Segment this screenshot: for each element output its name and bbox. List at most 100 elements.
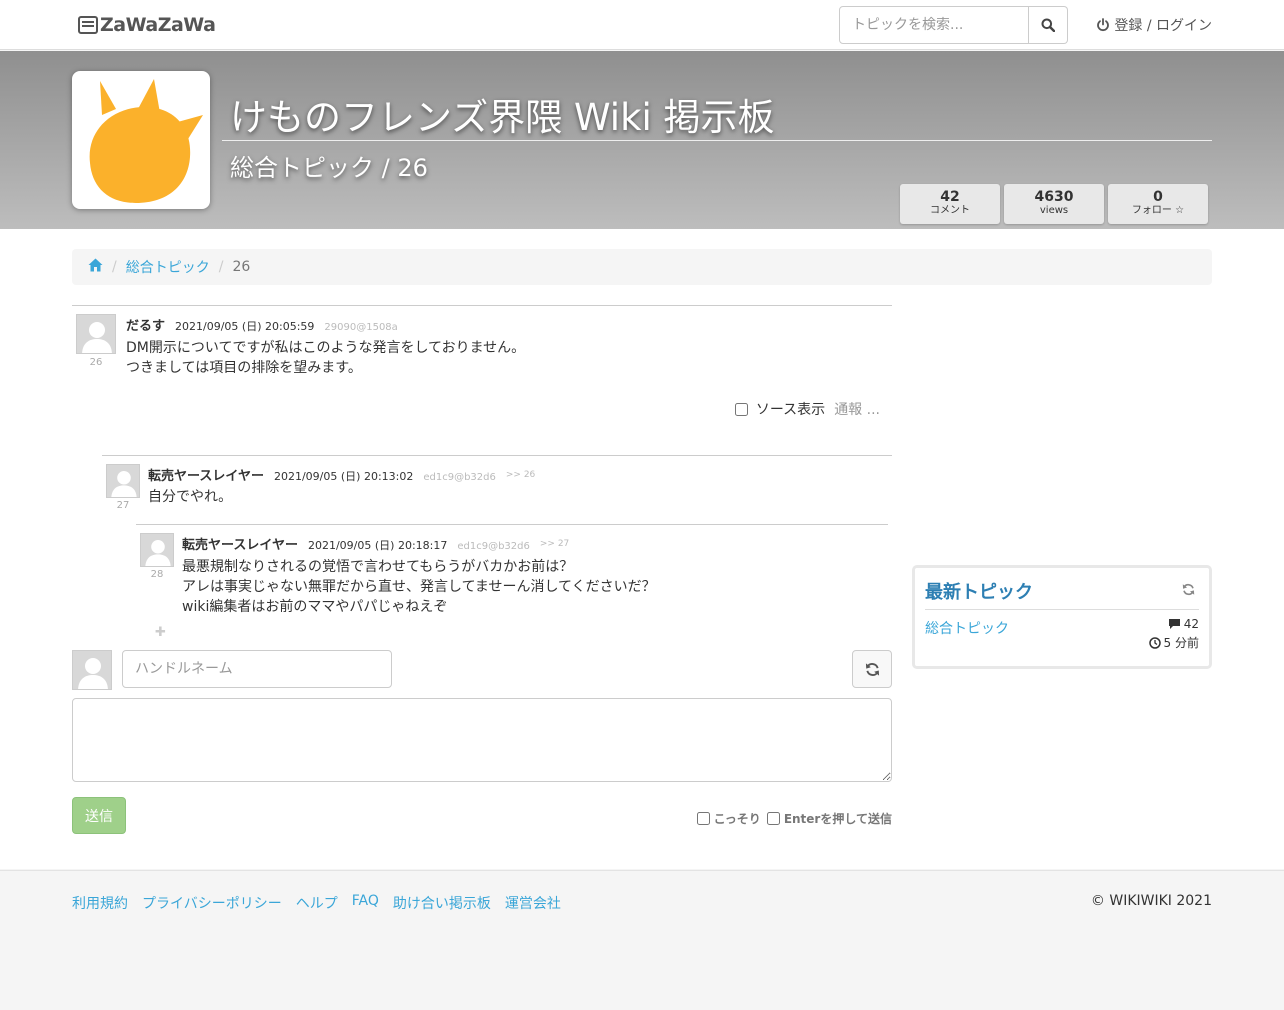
wiki-logo[interactable]: [72, 71, 210, 209]
refresh-icon: [1182, 583, 1195, 596]
avatar: [76, 314, 116, 354]
comment-count: 42: [940, 189, 960, 205]
comment-date[interactable]: 2021/09/05 (日) 20:18:17: [308, 537, 447, 553]
power-icon: [1097, 18, 1110, 32]
top-navbar: ZaWaZaWa 登録 / ログイン: [0, 0, 1284, 50]
latest-topic-time-label: 5 分前: [1163, 636, 1199, 650]
brand-name: ZaWaZaWa: [100, 14, 216, 36]
clock-icon: [1148, 636, 1161, 649]
default-user-icon: [145, 539, 171, 566]
breadcrumb-separator: /: [218, 259, 224, 275]
comment-line: DM開示についてですが私はこのような発言をしておりません。: [126, 340, 526, 356]
latest-topic-count: 42: [1183, 617, 1199, 631]
enter-send-checkbox[interactable]: [766, 812, 780, 825]
sneaky-option[interactable]: こっそり: [696, 810, 761, 827]
comment-header: 転売ヤースレイヤー 2021/09/05 (日) 20:13:02 ed1c9@…: [148, 465, 535, 484]
comment-id: ed1c9@b32d6: [457, 541, 530, 552]
home-link[interactable]: [88, 258, 103, 276]
breadcrumb-current: 26: [232, 259, 251, 275]
form-options: こっそり Enterを押して送信: [691, 810, 892, 827]
comment-author: 転売ヤースレイヤー: [182, 538, 298, 553]
footer-link-terms[interactable]: 利用規約: [72, 893, 128, 913]
sneaky-checkbox[interactable]: [696, 812, 710, 825]
comment-author: だるす: [126, 319, 166, 334]
copyright: © WIKIWIKI 2021: [1090, 893, 1212, 909]
default-user-icon: [111, 470, 137, 497]
comment-number[interactable]: 26: [76, 357, 116, 368]
footer-link-privacy[interactable]: プライバシーポリシー: [142, 893, 282, 913]
japari-bun-logo-icon: [89, 79, 203, 203]
login-link[interactable]: 登録 / ログイン: [1096, 15, 1212, 35]
comment-date[interactable]: 2021/09/05 (日) 20:05:59: [175, 318, 314, 334]
comment-body: 自分でやれ。: [148, 487, 232, 507]
enter-send-option[interactable]: Enterを押して送信: [766, 810, 892, 827]
footer-link-faq[interactable]: FAQ: [352, 893, 379, 913]
comment-header: 転売ヤースレイヤー 2021/09/05 (日) 20:18:17 ed1c9@…: [182, 534, 569, 553]
follow-label: フォロー ☆: [1131, 205, 1185, 216]
footer-link-company[interactable]: 運営会社: [505, 893, 561, 913]
footer: 利用規約 プライバシーポリシー ヘルプ FAQ 助け合い掲示板 運営会社 © W…: [0, 870, 1284, 1010]
comment-26: 26 だるす 2021/09/05 (日) 20:05:59 29090@150…: [72, 305, 892, 455]
comment-line: wiki編集者はお前のママやパパじゃねえぞ: [182, 599, 448, 615]
source-toggle-label[interactable]: ソース表示: [756, 399, 825, 419]
comment-line: 自分でやれ。: [148, 489, 233, 505]
handle-name-input[interactable]: [122, 650, 392, 688]
refresh-icon: [865, 662, 879, 676]
home-icon: [88, 258, 103, 272]
follow-stat[interactable]: 0 フォロー ☆: [1108, 184, 1208, 224]
login-label: 登録 / ログイン: [1114, 18, 1212, 34]
title-divider: [222, 140, 1212, 141]
views-label: views: [1039, 205, 1069, 216]
comment-count-label: コメント: [930, 205, 970, 216]
footer-links: 利用規約 プライバシーポリシー ヘルプ FAQ 助け合い掲示板 運営会社: [72, 893, 575, 913]
comment-number[interactable]: 27: [103, 500, 143, 511]
comment-body: 最悪規制なりされるの覚悟で言わせてもらうがバカかお前は？ アレは事実じゃない無罪…: [182, 557, 656, 617]
latest-topics-refresh-button[interactable]: [1182, 583, 1195, 600]
avatar: [106, 464, 140, 498]
search-icon: [1041, 18, 1055, 32]
default-user-icon: [78, 658, 108, 689]
source-toggle-checkbox[interactable]: [734, 402, 748, 416]
comment-line: つきましては項目の排除を望みます。: [126, 360, 362, 376]
topic-path: 総合トピック / 26: [230, 154, 428, 182]
expand-plus-icon[interactable]: ✚: [155, 625, 166, 640]
views-count: 4630: [1034, 189, 1074, 205]
comment-count-stat[interactable]: 42 コメント: [900, 184, 1000, 224]
enter-send-label: Enterを押して送信: [783, 812, 892, 826]
comment-header: だるす 2021/09/05 (日) 20:05:59 29090@1508a: [126, 315, 408, 334]
comment-id: 29090@1508a: [324, 322, 398, 333]
comment-id: ed1c9@b32d6: [423, 472, 496, 483]
report-link[interactable]: 通報 ...: [834, 399, 880, 419]
latest-topic-link[interactable]: 総合トピック: [925, 618, 1009, 638]
comment-number[interactable]: 28: [137, 569, 177, 580]
breadcrumb: / 総合トピック / 26: [72, 249, 1212, 285]
comment-tools: ソース表示 通報 ...: [734, 399, 880, 419]
comment-body-textarea[interactable]: [72, 698, 892, 782]
latest-topic-comment-count: 42: [1168, 617, 1199, 631]
search-input[interactable]: [839, 6, 1029, 44]
latest-topics-title: 最新トピック: [925, 582, 1033, 603]
views-stat: 4630 views: [1004, 184, 1104, 224]
reply-anchor-link[interactable]: >> 26: [506, 470, 535, 480]
chat-bubble-icon: [78, 16, 98, 34]
default-user-icon: [82, 322, 112, 353]
comment-date[interactable]: 2021/09/05 (日) 20:13:02: [274, 468, 413, 484]
brand-logo[interactable]: ZaWaZaWa: [78, 13, 216, 37]
footer-link-support-board[interactable]: 助け合い掲示板: [393, 893, 491, 913]
wiki-title[interactable]: けものフレンズ界隈 Wiki 掲示板: [230, 87, 775, 141]
breadcrumb-topic-link[interactable]: 総合トピック: [126, 257, 210, 277]
reply-anchor-link[interactable]: >> 27: [540, 539, 569, 549]
search-form: [839, 6, 1068, 44]
search-button[interactable]: [1029, 6, 1068, 44]
comment-body: DM開示についてですが私はこのような発言をしておりません。 つきましては項目の排…: [126, 338, 525, 378]
comment-author: 転売ヤースレイヤー: [148, 469, 264, 484]
sneaky-label: こっそり: [713, 812, 761, 826]
refresh-comments-button[interactable]: [852, 650, 892, 688]
comment-27: 27 転売ヤースレイヤー 2021/09/05 (日) 20:13:02 ed1…: [102, 455, 892, 525]
wiki-banner: けものフレンズ界隈 Wiki 掲示板 総合トピック / 26 42 コメント 4…: [0, 51, 1284, 229]
send-button[interactable]: 送信: [72, 797, 126, 834]
footer-link-help[interactable]: ヘルプ: [296, 893, 338, 913]
follow-count: 0: [1153, 189, 1163, 205]
comment-line: 最悪規制なりされるの覚悟で言わせてもらうがバカかお前は？: [182, 559, 574, 575]
panel-divider: [925, 609, 1199, 610]
